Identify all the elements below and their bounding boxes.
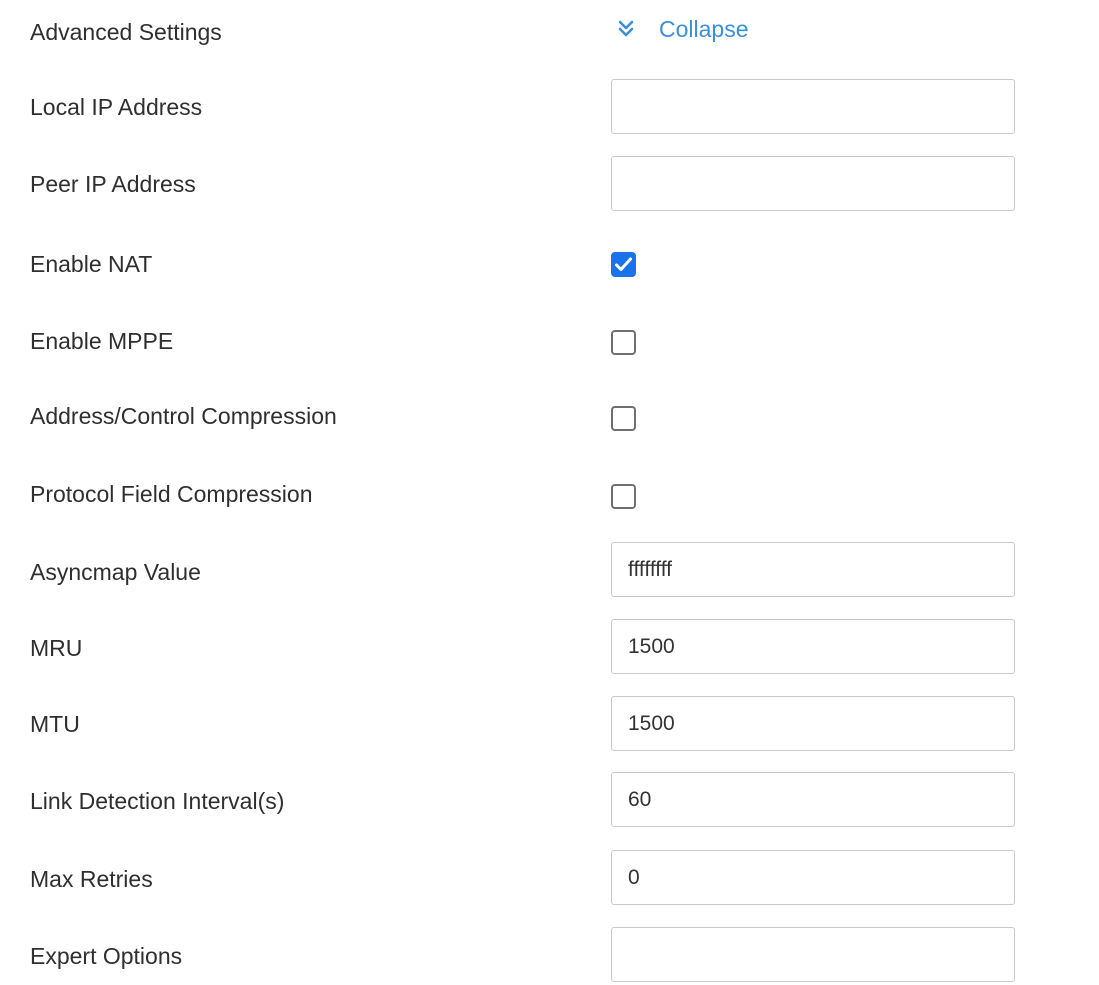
enable-nat-label: Enable NAT [30, 251, 153, 277]
collapse-toggle[interactable]: Collapse [616, 14, 749, 44]
peer-ip-label: Peer IP Address [30, 171, 196, 197]
double-chevron-down-icon [616, 19, 636, 39]
link-detection-interval-label: Link Detection Interval(s) [30, 788, 285, 814]
address-control-compression-label: Address/Control Compression [30, 403, 337, 429]
enable-mppe-checkbox[interactable] [611, 330, 636, 355]
mtu-label: MTU [30, 711, 80, 737]
protocol-field-compression-checkbox[interactable] [611, 484, 636, 509]
mru-input[interactable] [611, 619, 1015, 674]
expert-options-label: Expert Options [30, 943, 183, 969]
local-ip-label: Local IP Address [30, 94, 203, 120]
local-ip-input[interactable] [611, 79, 1015, 134]
mru-label: MRU [30, 635, 83, 661]
expert-options-input[interactable] [611, 927, 1015, 982]
asyncmap-value-label: Asyncmap Value [30, 559, 201, 585]
enable-nat-checkbox[interactable] [611, 252, 636, 277]
asyncmap-value-input[interactable] [611, 542, 1015, 597]
max-retries-label: Max Retries [30, 866, 153, 892]
checkmark-icon [615, 257, 632, 271]
link-detection-interval-input[interactable] [611, 772, 1015, 827]
protocol-field-compression-label: Protocol Field Compression [30, 481, 313, 507]
advanced-settings-panel: Advanced Settings Collapse Local IP Addr… [0, 0, 1099, 985]
mtu-input[interactable] [611, 696, 1015, 751]
address-control-compression-checkbox[interactable] [611, 406, 636, 431]
enable-mppe-label: Enable MPPE [30, 328, 174, 354]
advanced-settings-title: Advanced Settings [30, 19, 222, 45]
peer-ip-input[interactable] [611, 156, 1015, 211]
collapse-label: Collapse [659, 15, 749, 42]
max-retries-input[interactable] [611, 850, 1015, 905]
